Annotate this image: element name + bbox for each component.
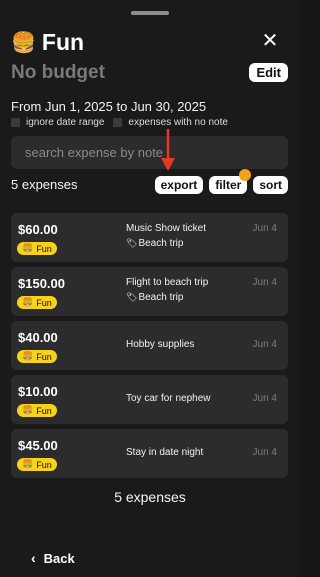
expense-note: Flight to beach trip: [126, 277, 209, 288]
checkbox-label: ignore date range: [26, 117, 105, 128]
search-input[interactable]: [23, 144, 276, 161]
expense-row[interactable]: $150.00 🍔 Fun Flight to beach trip 🏷 Bea…: [11, 267, 288, 316]
trip-label: Beach trip: [138, 292, 184, 303]
no-note-checkbox[interactable]: expenses with no note: [113, 117, 228, 128]
expense-date: Jun 4: [252, 223, 277, 234]
category-label: Fun: [36, 405, 52, 416]
budget-status: No budget: [11, 62, 105, 83]
close-button[interactable]: ✕: [258, 28, 282, 52]
tag-icon: 🏷: [126, 292, 138, 302]
edit-button[interactable]: Edit: [249, 63, 288, 82]
expense-note: Hobby supplies: [126, 339, 195, 350]
burger-icon: 🍔: [22, 297, 34, 307]
checkbox-box[interactable]: [113, 118, 123, 127]
burger-icon: 🍔: [11, 31, 36, 54]
trip-label: Beach trip: [138, 238, 184, 249]
category-label: Fun: [36, 459, 52, 470]
back-label: Back: [43, 550, 75, 566]
expense-row[interactable]: $60.00 🍔 Fun Music Show ticket 🏷 Beach t…: [11, 213, 288, 262]
close-icon: ✕: [261, 29, 279, 52]
category-label: Fun: [36, 351, 52, 362]
expense-row[interactable]: $40.00 🍔 Fun Hobby supplies Jun 4: [11, 321, 288, 370]
filter-button[interactable]: filter: [209, 169, 252, 194]
checkbox-label: expenses with no note: [128, 117, 228, 128]
ignore-date-range-checkbox[interactable]: ignore date range: [11, 117, 104, 128]
filter-active-indicator: [239, 169, 252, 181]
expense-note: Stay in date night: [126, 447, 204, 458]
expense-amount: $150.00: [18, 276, 65, 291]
sheet-grabber[interactable]: [131, 11, 169, 15]
back-button[interactable]: ‹ Back: [31, 550, 75, 566]
expense-row[interactable]: $45.00 🍔 Fun Stay in date night Jun 4: [11, 429, 288, 478]
sort-button[interactable]: sort: [253, 176, 288, 194]
export-button[interactable]: export: [154, 176, 204, 194]
category-pill: 🍔 Fun: [17, 242, 57, 255]
expense-count: 5 expenses: [11, 177, 78, 192]
page-title: Fun: [41, 29, 85, 55]
search-bar[interactable]: [11, 136, 288, 169]
expense-date: Jun 4: [252, 447, 277, 458]
expense-note: Toy car for nephew: [126, 393, 211, 404]
burger-icon: 🍔: [22, 405, 34, 415]
category-pill: 🍔 Fun: [17, 458, 57, 471]
footer-expense-count: 5 expenses: [114, 489, 186, 505]
category-label: Fun: [36, 243, 52, 254]
category-label: Fun: [36, 297, 52, 308]
expense-date: Jun 4: [252, 277, 277, 288]
expense-date: Jun 4: [252, 393, 277, 404]
expense-note: Music Show ticket: [126, 223, 207, 234]
expense-amount: $45.00: [18, 438, 58, 453]
chevron-left-icon: ‹: [31, 550, 36, 566]
toolbar-actions: export filter sort: [154, 169, 288, 194]
burger-icon: 🍔: [22, 243, 34, 253]
date-range: From Jun 1, 2025 to Jun 30, 2025: [11, 99, 207, 114]
expense-amount: $60.00: [18, 222, 58, 237]
expense-amount: $10.00: [18, 384, 58, 399]
filter-checkboxes: ignore date range expenses with no note: [11, 117, 237, 128]
trip-tag: 🏷 Beach trip: [126, 238, 183, 249]
filter-button-label: filter: [215, 178, 242, 192]
category-pill: 🍔 Fun: [17, 404, 57, 417]
tag-icon: 🏷: [126, 238, 138, 248]
burger-icon: 🍔: [22, 351, 34, 361]
expense-amount: $40.00: [18, 330, 58, 345]
trip-tag: 🏷 Beach trip: [126, 292, 183, 303]
burger-icon: 🍔: [22, 459, 34, 469]
checkbox-box[interactable]: [11, 118, 20, 127]
expenses-sheet: 🍔 Fun ✕ No budget Edit From Jun 1, 2025 …: [0, 0, 300, 577]
expense-date: Jun 4: [252, 339, 277, 350]
expense-list: $60.00 🍔 Fun Music Show ticket 🏷 Beach t…: [11, 213, 288, 483]
category-pill: 🍔 Fun: [17, 296, 57, 309]
expense-row[interactable]: $10.00 🍔 Fun Toy car for nephew Jun 4: [11, 375, 288, 424]
category-pill: 🍔 Fun: [17, 350, 57, 363]
annotation-arrow-icon: [161, 129, 175, 171]
header: 🍔 Fun: [11, 29, 84, 56]
